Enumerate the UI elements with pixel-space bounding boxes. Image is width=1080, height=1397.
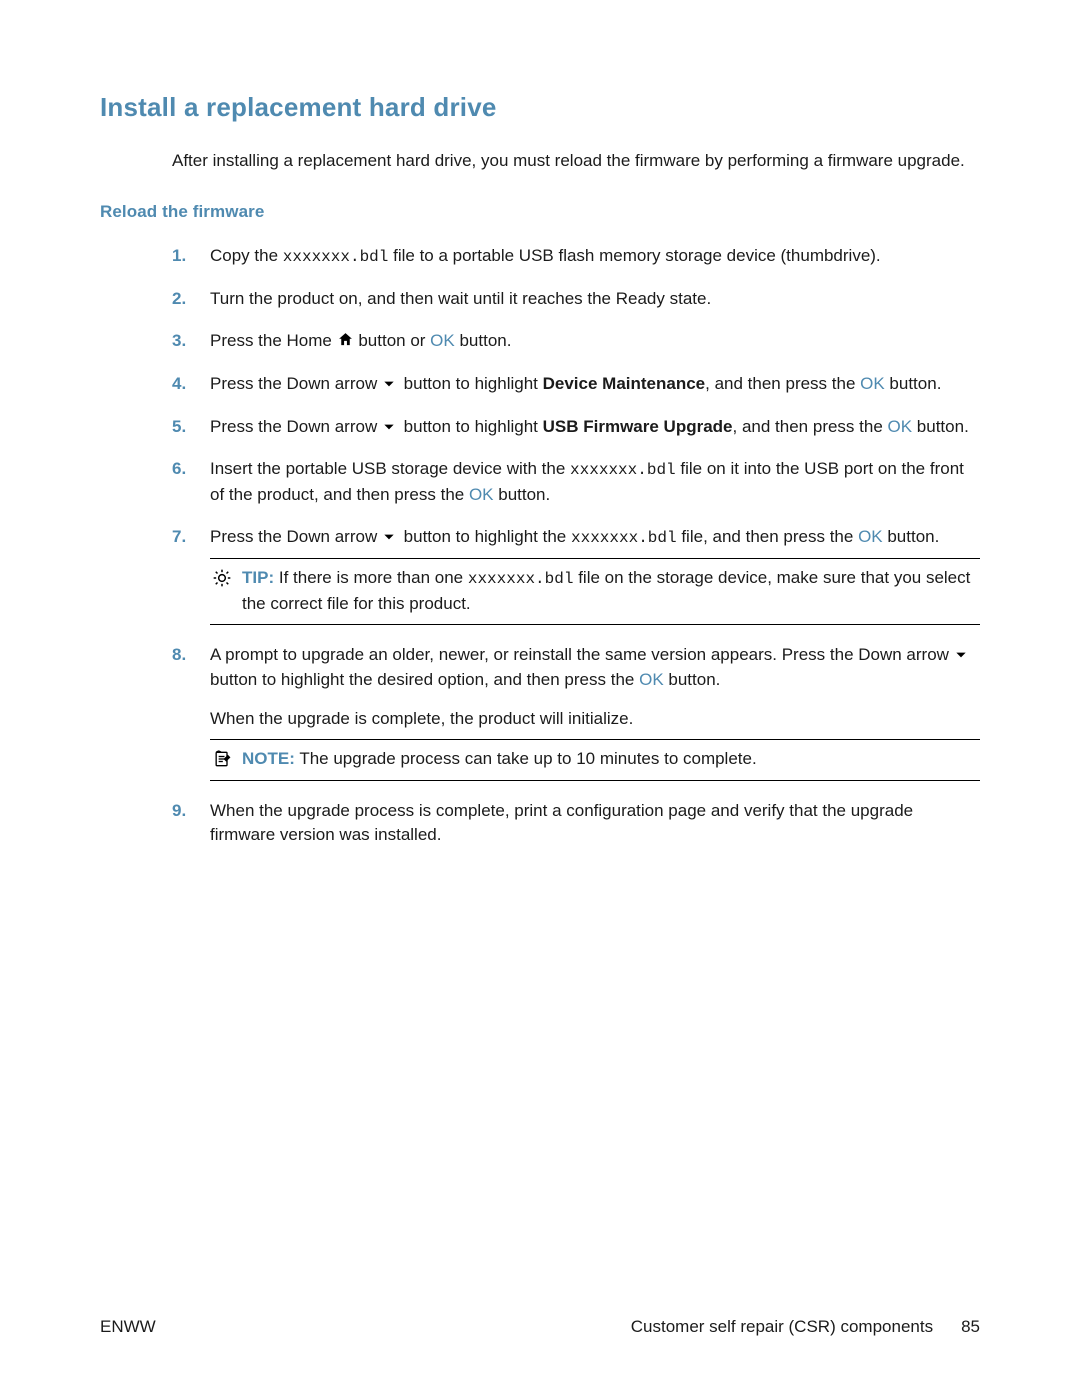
step-9: When the upgrade process is complete, pr… (172, 799, 980, 848)
steps-list: Copy the xxxxxxx.bdl file to a portable … (172, 244, 980, 848)
step-text: , and then press the (705, 374, 860, 393)
step-7: Press the Down arrow button to highlight… (172, 525, 980, 625)
step-2: Turn the product on, and then wait until… (172, 287, 980, 312)
ok-button-label: OK (469, 485, 494, 504)
filename-text: xxxxxxx.bdl (468, 570, 574, 588)
step-text: Press the Down arrow (210, 417, 382, 436)
ok-button-label: OK (639, 670, 664, 689)
document-page: Install a replacement hard drive After i… (0, 0, 1080, 1397)
filename-text: xxxxxxx.bdl (571, 529, 677, 547)
step-text: Insert the portable USB storage device w… (210, 459, 570, 478)
note-label: NOTE: (242, 749, 295, 768)
heading-1: Install a replacement hard drive (100, 92, 980, 123)
step-8: A prompt to upgrade an older, newer, or … (172, 643, 980, 781)
step-text: A prompt to upgrade an older, newer, or … (210, 645, 954, 664)
ok-button-label: OK (430, 331, 455, 350)
note-callout: NOTE: The upgrade process can take up to… (210, 739, 980, 781)
footer-section-title: Customer self repair (CSR) components (631, 1317, 933, 1337)
down-arrow-icon (382, 374, 399, 391)
footer-right: Customer self repair (CSR) components 85 (631, 1317, 980, 1337)
step-text: button or (354, 331, 431, 350)
step-1: Copy the xxxxxxx.bdl file to a portable … (172, 244, 980, 269)
down-arrow-icon (954, 645, 971, 662)
step-subtext: When the upgrade is complete, the produc… (210, 707, 980, 732)
step-text: file to a portable USB flash memory stor… (388, 246, 880, 265)
step-text: button. (912, 417, 969, 436)
note-body: NOTE: The upgrade process can take up to… (242, 747, 980, 772)
down-arrow-icon (382, 417, 399, 434)
page-footer: ENWW Customer self repair (CSR) componen… (100, 1317, 980, 1337)
ok-button-label: OK (860, 374, 885, 393)
down-arrow-icon (382, 527, 399, 544)
step-text: file, and then press the (677, 527, 858, 546)
step-text: button to highlight (399, 417, 543, 436)
heading-2: Reload the firmware (100, 202, 980, 222)
ok-button-label: OK (888, 417, 913, 436)
step-text: button. (885, 374, 942, 393)
step-text: Copy the (210, 246, 283, 265)
note-icon (210, 747, 234, 772)
step-text: button to highlight the desired option, … (210, 670, 639, 689)
note-text: The upgrade process can take up to 10 mi… (299, 749, 756, 768)
tip-icon (210, 566, 234, 616)
step-text: button. (494, 485, 551, 504)
step-text: button. (664, 670, 721, 689)
filename-text: xxxxxxx.bdl (283, 248, 389, 266)
step-text: button to highlight the (399, 527, 571, 546)
step-text: Press the Down arrow (210, 374, 382, 393)
intro-paragraph: After installing a replacement hard driv… (172, 149, 980, 174)
step-4: Press the Down arrow button to highlight… (172, 372, 980, 397)
ok-button-label: OK (858, 527, 883, 546)
tip-body: TIP: If there is more than one xxxxxxx.b… (242, 566, 980, 616)
step-text: , and then press the (733, 417, 888, 436)
bold-text: Device Maintenance (543, 374, 706, 393)
footer-left: ENWW (100, 1317, 156, 1337)
page-number: 85 (961, 1317, 980, 1337)
step-text: button. (455, 331, 512, 350)
step-6: Insert the portable USB storage device w… (172, 457, 980, 507)
step-text: button to highlight (399, 374, 543, 393)
step-3: Press the Home button or OK button. (172, 329, 980, 354)
step-5: Press the Down arrow button to highlight… (172, 415, 980, 440)
home-icon (337, 331, 354, 348)
filename-text: xxxxxxx.bdl (570, 461, 676, 479)
step-text: Press the Down arrow (210, 527, 382, 546)
tip-label: TIP: (242, 568, 274, 587)
bold-text: USB Firmware Upgrade (543, 417, 733, 436)
step-text: button. (883, 527, 940, 546)
tip-callout: TIP: If there is more than one xxxxxxx.b… (210, 558, 980, 625)
step-text: Press the Home (210, 331, 337, 350)
tip-text: If there is more than one (279, 568, 468, 587)
